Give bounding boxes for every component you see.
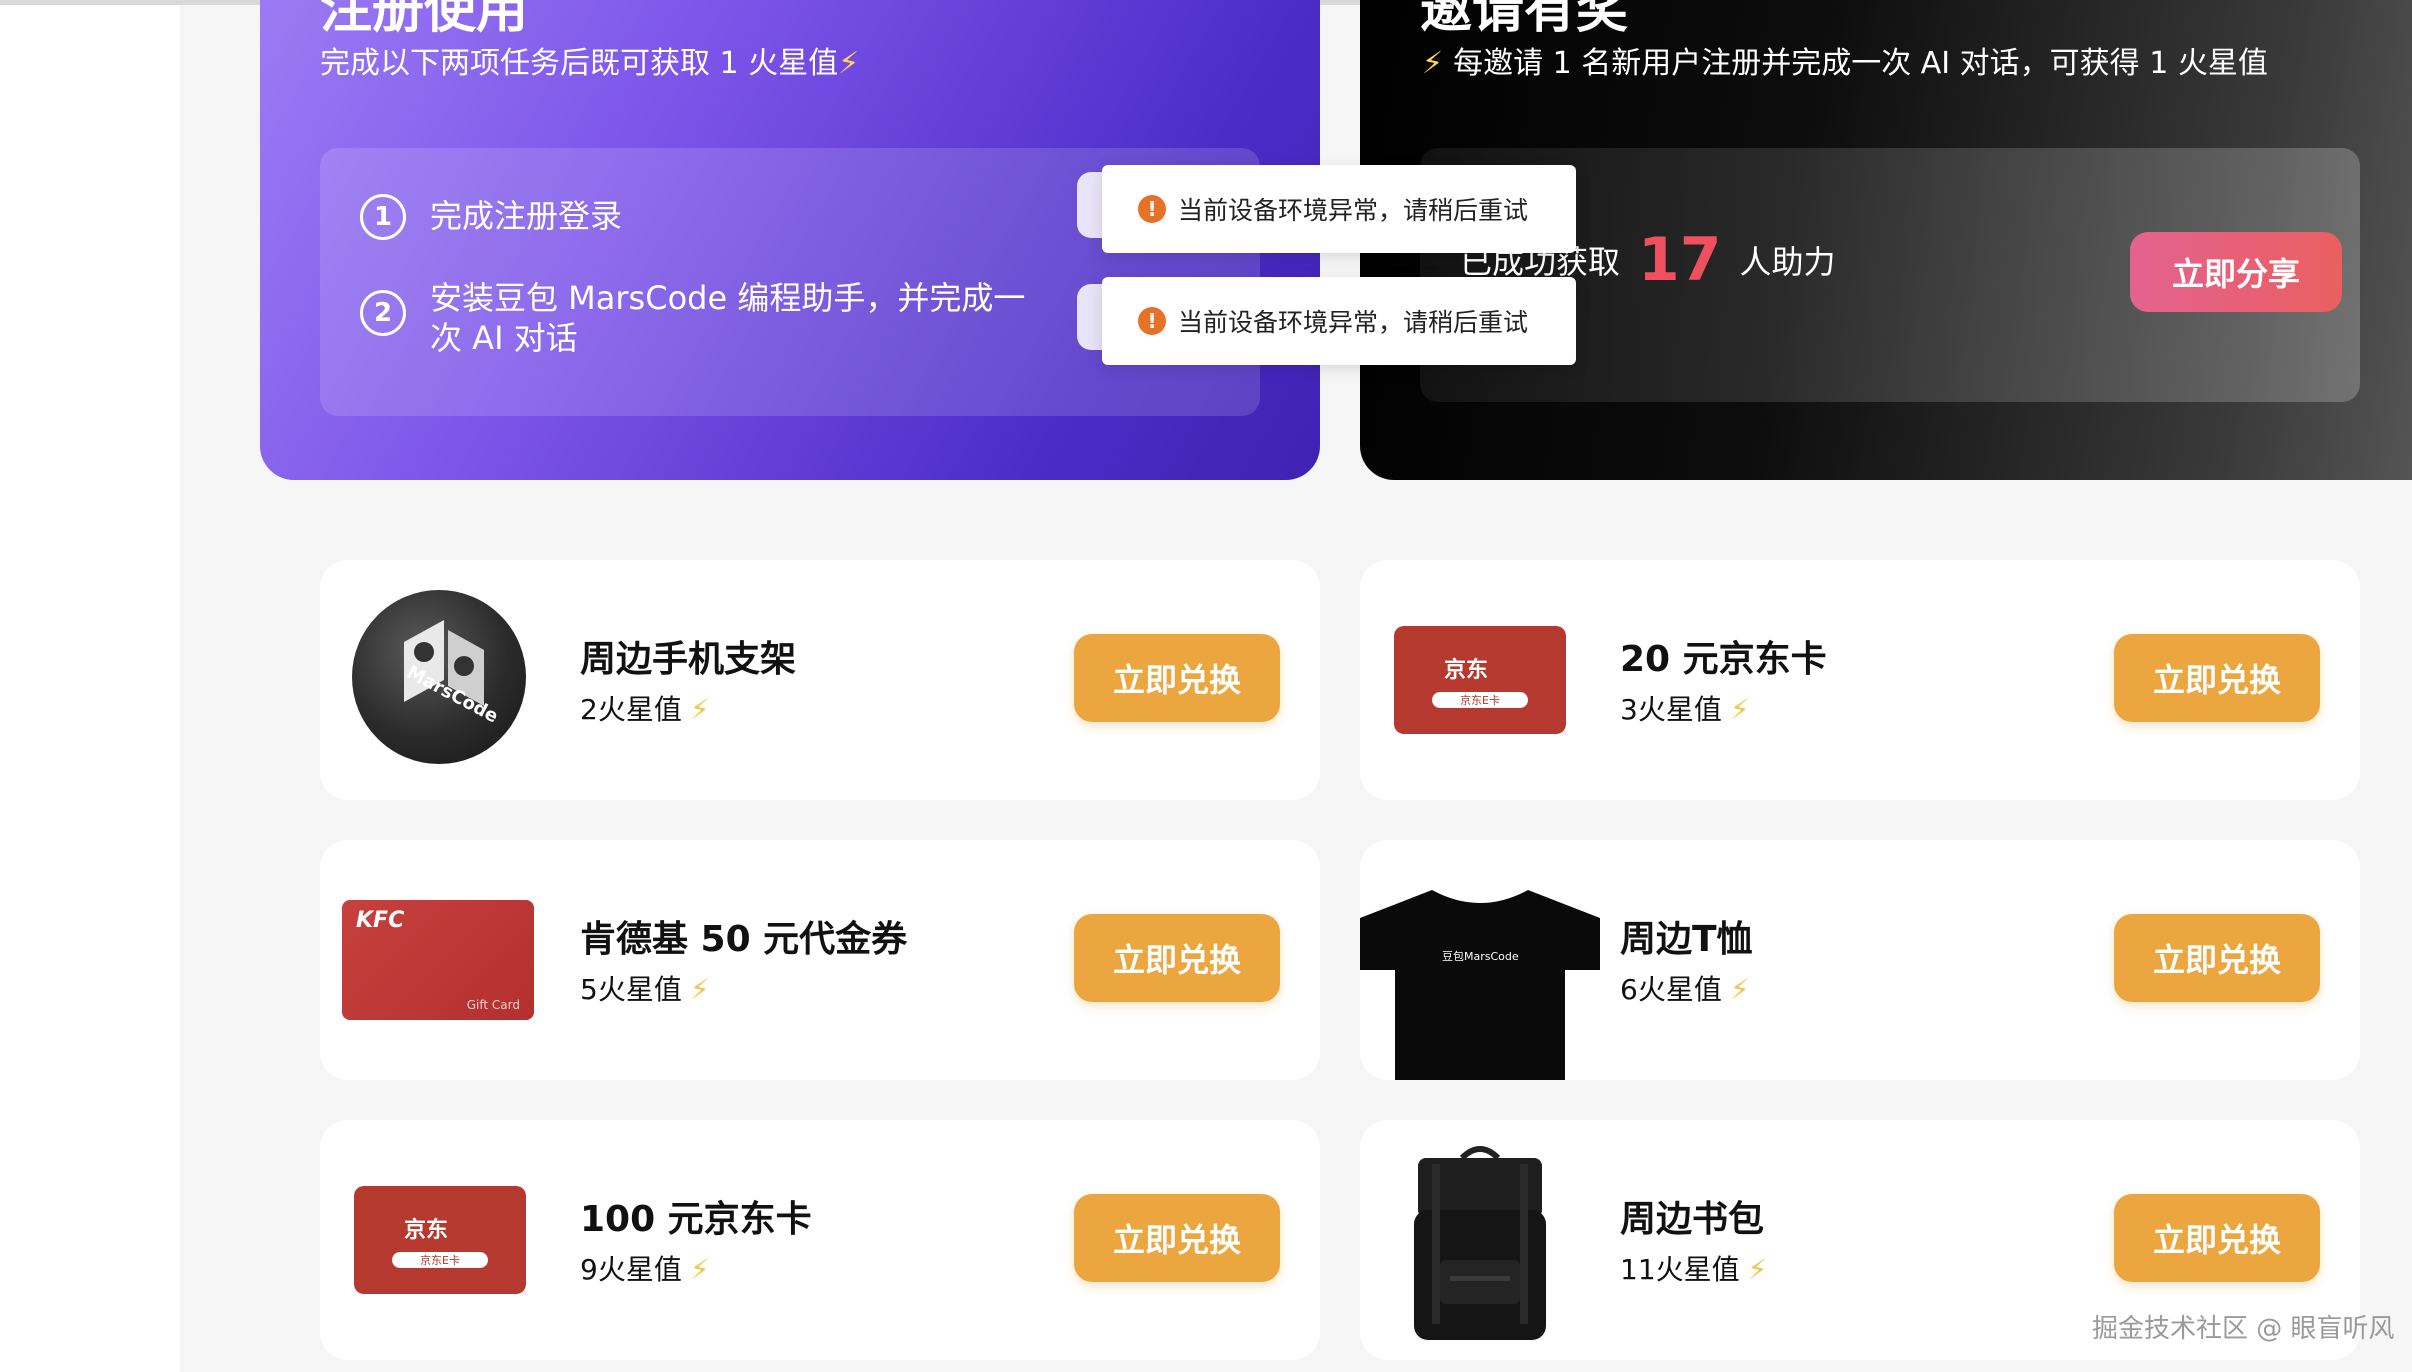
- jd-card-image: 京东 京东E卡: [1394, 626, 1566, 734]
- bolt-icon: ⚡: [689, 693, 710, 726]
- task-number-icon: 1: [360, 194, 406, 240]
- kfc-logo-text: KFC: [356, 908, 405, 933]
- kfc-gift-card-image: KFC Gift Card: [342, 900, 534, 1020]
- share-button[interactable]: 立即分享: [2130, 232, 2342, 312]
- kfc-gift-text: Gift Card: [466, 998, 520, 1012]
- jd-card-image: 京东 京东E卡: [354, 1186, 526, 1294]
- jd-card-bar: 京东E卡: [392, 1252, 488, 1268]
- task-item: 1 完成注册登录: [360, 194, 1030, 240]
- reward-name: 周边书包: [1620, 1199, 1765, 1240]
- reward-cost-value: 6火星值: [1620, 973, 1722, 1006]
- redeem-button[interactable]: 立即兑换: [1074, 634, 1280, 722]
- register-title: 注册使用: [320, 0, 529, 40]
- reward-card: 京东 京东E卡 100 元京东卡 9火星值 ⚡ 立即兑换: [320, 1120, 1320, 1360]
- jd-logo-text: 京东: [404, 1218, 449, 1243]
- bolt-icon: ⚡: [1729, 693, 1750, 726]
- reward-cost-value: 11火星值: [1620, 1253, 1740, 1286]
- warning-icon: !: [1138, 307, 1166, 335]
- bolt-icon: ⚡: [838, 46, 860, 81]
- reward-name: 20 元京东卡: [1620, 639, 1827, 680]
- warning-icon: !: [1138, 195, 1166, 223]
- reward-card: KFC Gift Card 肯德基 50 元代金券 5火星值 ⚡ 立即兑换: [320, 840, 1320, 1080]
- reward-cost: 11火星值 ⚡: [1620, 1248, 1767, 1288]
- invite-subtitle-text: 每邀请 1 名新用户注册并完成一次 AI 对话，可获得 1 火星值: [1453, 46, 2268, 81]
- error-toast: ! 当前设备环境异常，请稍后重试: [1102, 165, 1576, 253]
- page: 注册使用 完成以下两项任务后既可获取 1 火星值⚡ 1 完成注册登录 2 安装豆…: [0, 0, 2412, 1372]
- task-text: 完成注册登录: [430, 197, 623, 235]
- invite-count: 17: [1638, 225, 1722, 295]
- redeem-button[interactable]: 立即兑换: [2114, 634, 2320, 722]
- reward-name: 肯德基 50 元代金券: [580, 919, 908, 960]
- reward-cost: 2火星值 ⚡: [580, 688, 710, 728]
- task-number-icon: 2: [360, 290, 406, 336]
- reward-card: 豆包MarsCode 周边T恤 6火星值 ⚡ 立即兑换: [1360, 840, 2360, 1080]
- redeem-button[interactable]: 立即兑换: [2114, 914, 2320, 1002]
- bolt-icon: ⚡: [1747, 1253, 1768, 1286]
- reward-cost-value: 3火星值: [1620, 693, 1722, 726]
- reward-cost: 9火星值 ⚡: [580, 1248, 710, 1288]
- reward-name: 100 元京东卡: [580, 1199, 812, 1240]
- toast-message: 当前设备环境异常，请稍后重试: [1178, 308, 1529, 337]
- invite-subtitle: ⚡ 每邀请 1 名新用户注册并完成一次 AI 对话，可获得 1 火星值: [1422, 44, 2268, 84]
- redeem-button[interactable]: 立即兑换: [1074, 1194, 1280, 1282]
- redeem-button[interactable]: 立即兑换: [1074, 914, 1280, 1002]
- marscode-backpack-image: [1410, 1140, 1550, 1345]
- register-subtitle-text: 完成以下两项任务后既可获取 1 火星值: [320, 46, 839, 81]
- reward-cost-value: 9火星值: [580, 1253, 682, 1286]
- reward-name: 周边T恤: [1620, 919, 1753, 960]
- reward-cost: 3火星值 ⚡: [1620, 688, 1750, 728]
- jd-logo-text: 京东: [1444, 658, 1489, 683]
- error-toast: ! 当前设备环境异常，请稍后重试: [1102, 277, 1576, 365]
- task-item: 2 安装豆包 MarsCode 编程助手，并完成一次 AI 对话: [360, 278, 1030, 358]
- reward-cost-value: 5火星值: [580, 973, 682, 1006]
- reward-cost: 6火星值 ⚡: [1620, 968, 1750, 1008]
- bolt-icon: ⚡: [1729, 973, 1750, 1006]
- jd-card-bar: 京东E卡: [1432, 692, 1528, 708]
- reward-card: MarsCode 周边手机支架 2火星值 ⚡ 立即兑换: [320, 560, 1320, 800]
- redeem-button[interactable]: 立即兑换: [2114, 1194, 2320, 1282]
- marscode-phone-stand-image: MarsCode: [352, 590, 526, 764]
- marscode-tshirt-image: 豆包MarsCode: [1360, 890, 1600, 1080]
- register-subtitle: 完成以下两项任务后既可获取 1 火星值⚡: [320, 44, 859, 84]
- bolt-icon: ⚡: [689, 973, 710, 1006]
- task-text: 安装豆包 MarsCode 编程助手，并完成一次 AI 对话: [430, 279, 1026, 357]
- invite-suffix: 人助力: [1739, 243, 1836, 281]
- tshirt-icon: 豆包MarsCode: [1360, 890, 1600, 1080]
- bolt-icon: ⚡: [1422, 46, 1444, 81]
- watermark: 掘金技术社区 @ 眼盲听风: [2092, 1314, 2395, 1344]
- marscode-logo-icon: MarsCode: [403, 620, 502, 727]
- reward-cost: 5火星值 ⚡: [580, 968, 710, 1008]
- invite-title: 邀请有奖: [1420, 0, 1629, 40]
- reward-cost-value: 2火星值: [580, 693, 682, 726]
- bolt-icon: ⚡: [689, 1253, 710, 1286]
- reward-name: 周边手机支架: [580, 639, 797, 680]
- svg-text:豆包MarsCode: 豆包MarsCode: [1442, 950, 1519, 963]
- toast-message: 当前设备环境异常，请稍后重试: [1178, 196, 1529, 225]
- reward-card: 京东 京东E卡 20 元京东卡 3火星值 ⚡ 立即兑换: [1360, 560, 2360, 800]
- backpack-icon: [1414, 1146, 1546, 1340]
